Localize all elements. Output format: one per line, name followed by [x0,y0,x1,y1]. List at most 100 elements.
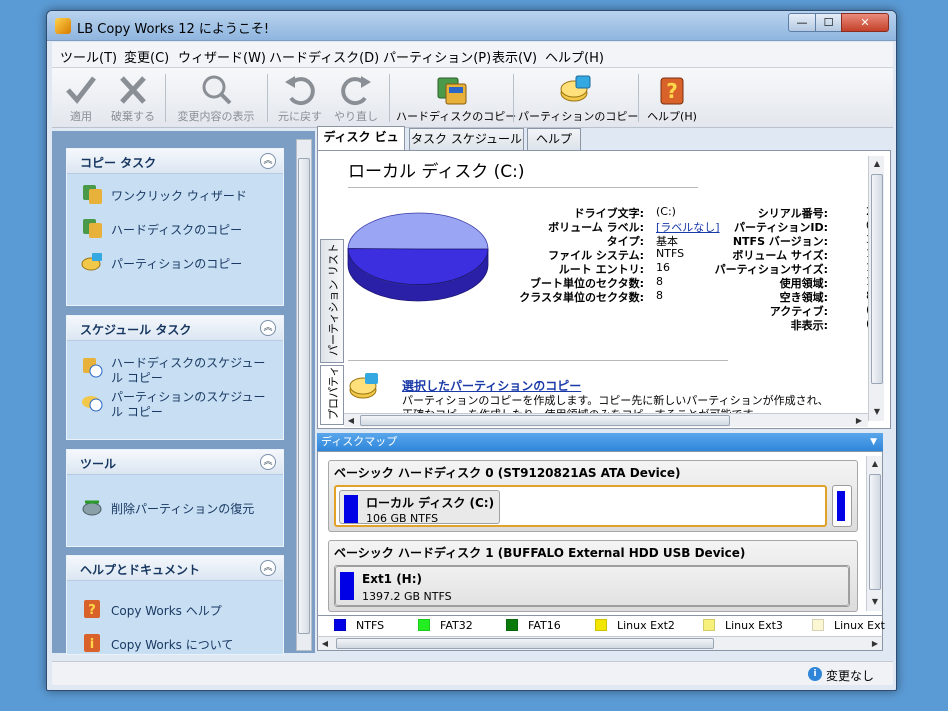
view-changes-button[interactable]: 変更内容の表示 [170,72,262,124]
copy-tasks-header[interactable]: コピー タスク ︽ [67,149,283,174]
side-tab-label: パーティション リスト [327,243,340,356]
partition-size: 106 GB NTFS [366,512,439,525]
disk-view-vscrollbar[interactable]: ▲ ▼ [868,156,884,421]
disk-1-title: ベーシック ハードディスク 1 (BUFFALO External HDD US… [334,546,746,560]
tab-help[interactable]: ヘルプ [527,128,581,150]
disk-map-hscrollbar[interactable]: ◀ ▶ [317,636,883,651]
hscroll-thumb[interactable] [336,638,714,649]
ntfs-swatch [340,572,354,600]
app-window: LB Copy Works 12 にようこそ! — ☐ ✕ ツール(T) 変更(… [46,10,897,691]
menu-tools[interactable]: ツール(T) [60,47,117,66]
task-schedule-partition-copy[interactable]: パーティションのスケジュール コピー [81,390,271,424]
menu-partition[interactable]: パーティション(P) [383,47,491,66]
menu-change[interactable]: 変更(C) [124,47,169,66]
scroll-up-arrow-icon[interactable]: ▲ [867,456,883,472]
partition-copy-icon [560,75,591,102]
info-icon: i [808,667,822,681]
discard-label: 破棄する [111,110,155,123]
apply-button[interactable]: 適用 [58,72,104,124]
scroll-down-arrow-icon[interactable]: ▼ [867,594,883,610]
side-tab-properties[interactable]: プロパティ [320,365,344,425]
disk-0[interactable]: ベーシック ハードディスク 0 (ST9120821AS ATA Device)… [328,460,858,532]
scroll-down-arrow-icon[interactable]: ▼ [869,404,885,420]
menu-help[interactable]: ヘルプ(H) [545,47,604,66]
copy-disk-button[interactable]: ハードディスクのコピー [396,72,517,124]
toolbar-separator [165,74,166,122]
copy-tasks-title: コピー タスク [80,156,157,170]
tab-disk-view[interactable]: ディスク ビュー [317,126,405,164]
scroll-thumb[interactable] [871,174,883,384]
partition-title: ローカル ディスク (C:) [348,162,525,182]
menu-view[interactable]: 表示(V) [492,47,537,66]
task-label: Copy Works について [111,638,234,652]
help-docs-group: ヘルプとドキュメント ︽ ? Copy Works ヘルプ i Copy Wor… [66,555,284,655]
legend-fat32: FAT32 [418,619,473,632]
help-button[interactable]: ? ヘルプ(H) [644,72,700,124]
copy-partition-button[interactable]: パーティションのコピー [518,72,638,124]
task-schedule-disk-copy[interactable]: ハードディスクのスケジュール コピー [81,356,271,390]
scroll-thumb[interactable] [869,474,881,590]
partition-size: 1397.2 GB NTFS [362,590,452,603]
side-tab-partition-list[interactable]: パーティション リスト [320,239,344,363]
minimize-button[interactable]: — [788,13,816,32]
svg-text:?: ? [666,79,678,103]
tab-task-schedule[interactable]: タスク スケジュール [409,128,524,150]
scroll-right-arrow-icon[interactable]: ▶ [868,637,882,650]
status-text: 変更なし [826,669,875,683]
partition-copy-icon [349,373,378,399]
scroll-up-arrow-icon[interactable]: ▲ [869,156,885,172]
help-question-icon: ? [84,600,100,618]
property-value: 8 [656,275,663,288]
partition-block[interactable]: Ext1 (H:) 1397.2 GB NTFS [335,566,849,606]
legend-label: Linux Ext [834,619,885,632]
disk-1[interactable]: ベーシック ハードディスク 1 (BUFFALO External HDD US… [328,540,858,612]
redo-button[interactable]: やり直し [332,72,380,124]
disk-map-vscrollbar[interactable]: ▲ ▼ [866,456,882,611]
property-value: 16 [656,261,670,274]
maximize-button[interactable]: ☐ [815,13,842,32]
legend-label: NTFS [356,619,385,632]
disk-0-partition-2[interactable] [832,485,852,527]
disk-view-hscrollbar[interactable]: ◀ ▶ [344,413,868,427]
redo-label: やり直し [334,110,378,123]
collapse-icon[interactable]: ︽ [260,153,276,169]
discard-button[interactable]: 破棄する [106,72,160,124]
undo-button[interactable]: 元に戻す [276,72,324,124]
scroll-right-arrow-icon[interactable]: ▶ [852,414,866,427]
partition-usage-pie [347,212,489,302]
partition-block[interactable]: ローカル ディスク (C:) 106 GB NTFS [339,490,500,525]
sidebar-scrollbar[interactable] [296,139,312,651]
disk-0-partition-c[interactable]: ローカル ディスク (C:) 106 GB NTFS [334,485,827,527]
hscroll-thumb[interactable] [360,415,730,426]
collapse-icon[interactable]: ︽ [260,454,276,470]
redo-icon [341,76,371,106]
close-button[interactable]: ✕ [841,13,889,32]
copy-disk-label: ハードディスクのコピー [396,110,517,123]
collapse-icon[interactable]: ︽ [260,560,276,576]
menu-harddisk[interactable]: ハードディスク(D) [269,47,379,66]
help-docs-header[interactable]: ヘルプとドキュメント ︽ [67,556,283,581]
discard-x-icon [120,76,146,104]
main-tabs: ディスク ビュー タスク スケジュール ヘルプ [317,126,893,164]
disk-1-partition-h[interactable]: Ext1 (H:) 1397.2 GB NTFS [334,565,850,607]
scroll-left-arrow-icon[interactable]: ◀ [344,414,358,427]
legend-linux-ext3: Linux Ext3 [703,619,783,632]
dropdown-arrow-icon[interactable]: ▼ [870,433,877,451]
restore-partition-icon [82,500,102,516]
sidebar-scroll-thumb[interactable] [298,158,310,634]
schedule-tasks-header[interactable]: スケジュール タスク ︽ [67,316,283,341]
task-label: ハードディスクのスケジュール コピー [111,356,266,385]
collapse-icon[interactable]: ︽ [260,320,276,336]
toolbar-separator [267,74,268,122]
toolbar: 適用 破棄する 変更内容の表示 元に戻す やり直し ハードディスクのコピー パー… [52,68,893,128]
tools-header[interactable]: ツール ︽ [67,450,283,475]
property-value: NTFS [656,247,685,260]
task-label: ワンクリック ウィザード [111,189,247,203]
disk-0-title: ベーシック ハードディスク 0 (ST9120821AS ATA Device) [334,466,681,480]
legend-label: FAT32 [440,619,473,632]
section-divider [348,360,728,361]
scroll-left-arrow-icon[interactable]: ◀ [318,637,332,650]
copy-tasks-group: コピー タスク ︽ ワンクリック ウィザード ハードディスクのコピー パーティシ… [66,148,284,306]
menu-wizard[interactable]: ウィザード(W) [178,47,266,66]
app-icon [55,18,71,34]
